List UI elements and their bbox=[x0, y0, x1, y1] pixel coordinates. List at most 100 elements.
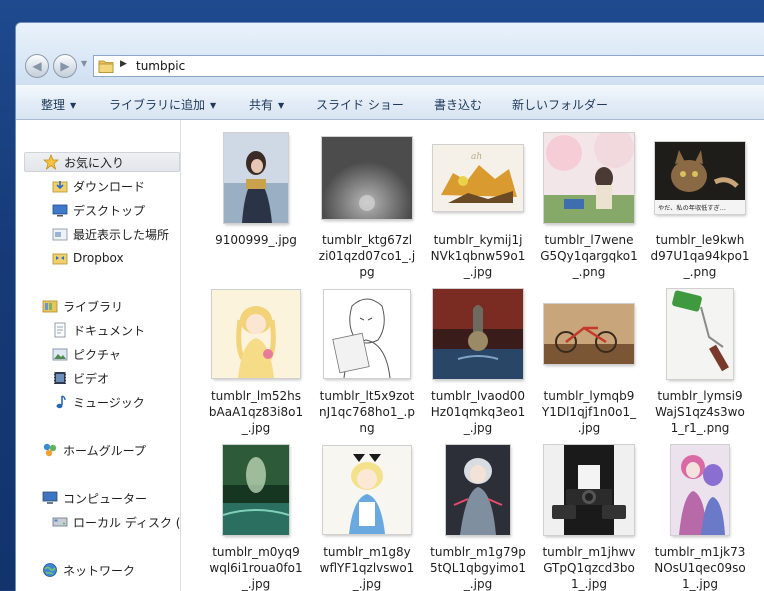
file-name-line: NVk1qbnw59o1 bbox=[430, 249, 526, 263]
nav-label-computer: コンピューター bbox=[63, 491, 148, 506]
thumbnail-image bbox=[324, 290, 410, 378]
explorer-window: ◀ ▶ ▼ ▶ tumbpic 整理 ▼ ライブラリに追加 ▼ 共有 ▼ スライド シ… bbox=[15, 22, 764, 591]
file-name-line: tumblr_ktg67zl bbox=[321, 233, 413, 247]
homegroup-icon bbox=[42, 442, 58, 458]
burn-button[interactable]: 書き込む bbox=[434, 96, 482, 113]
file-name: tumblr_le9kwh d97U1qa94kpo1 _.png bbox=[643, 232, 757, 280]
forward-button[interactable]: ▶ bbox=[53, 54, 77, 78]
back-arrow-icon: ◀ bbox=[32, 59, 42, 73]
svg-text:やだ、私の年収低すぎ…: やだ、私の年収低すぎ… bbox=[658, 204, 726, 212]
thumbnail-image bbox=[224, 133, 288, 223]
nav-item-dropbox[interactable]: Dropbox bbox=[52, 248, 124, 268]
thumbnail-image: やだ、私の年収低すぎ… bbox=[655, 142, 745, 214]
file-name: tumblr_kymij1j NVk1qbnw59o1 _.jpg bbox=[421, 232, 535, 280]
organize-menu-button[interactable]: 整理 ▼ bbox=[41, 96, 76, 113]
thumbnail-area bbox=[425, 442, 531, 538]
nav-item-libraries[interactable]: ライブラリ bbox=[42, 296, 123, 316]
nav-item-desktop[interactable]: デスクトップ bbox=[52, 200, 145, 220]
hard-drive-icon bbox=[52, 514, 68, 530]
thumbnail-area bbox=[536, 442, 642, 538]
nav-label-documents: ドキュメント bbox=[73, 323, 146, 338]
file-name: tumblr_l7wene G5Qy1qargqko1 _.png bbox=[532, 232, 646, 280]
file-name-line: tumblr_m1g79p bbox=[430, 545, 526, 559]
library-icon bbox=[42, 298, 58, 314]
file-name-line: tumblr_m1jk73 bbox=[654, 545, 746, 559]
file-name-line: zi01qzd07co1_.j bbox=[318, 249, 416, 263]
nav-label-libraries: ライブラリ bbox=[63, 299, 124, 314]
file-name-line: GTpQ1qzcd3bo bbox=[543, 561, 635, 575]
file-name-line: ng bbox=[359, 421, 375, 435]
thumbnail-area bbox=[647, 286, 753, 382]
slideshow-button[interactable]: スライド ショー bbox=[316, 96, 404, 113]
file-name-line: tumblr_kymij1j bbox=[433, 233, 523, 247]
file-name-line: _.jpg bbox=[241, 421, 271, 435]
file-name-line: tumblr_m1jhwv bbox=[542, 545, 636, 559]
music-note-icon bbox=[52, 394, 68, 410]
organize-label: 整理 bbox=[41, 98, 66, 112]
thumbnail-image bbox=[212, 290, 300, 378]
thumbnail-image bbox=[544, 304, 634, 364]
file-name-line: Hz01qmkq3eo1 bbox=[430, 405, 526, 419]
nav-item-downloads[interactable]: ダウンロード bbox=[52, 176, 145, 196]
file-name-line: wflYF1qzlvswo1 bbox=[319, 561, 415, 575]
thumbnail-area bbox=[536, 286, 642, 382]
file-name: tumblr_m1jhwv GTpQ1qzcd3bo 1_.jpg bbox=[532, 544, 646, 591]
nav-item-network[interactable]: ネットワーク bbox=[42, 560, 135, 580]
recent-pages-dropdown-icon[interactable]: ▼ bbox=[81, 59, 87, 68]
file-name-line: nJ1qc768ho1_.p bbox=[319, 405, 415, 419]
folder-icon bbox=[98, 60, 114, 73]
new-folder-button[interactable]: 新しいフォルダー bbox=[512, 96, 608, 113]
back-button[interactable]: ◀ bbox=[25, 54, 49, 78]
network-globe-icon bbox=[42, 562, 58, 578]
include-library-label: ライブラリに追加 bbox=[109, 98, 206, 112]
nav-item-videos[interactable]: ビデオ bbox=[52, 368, 109, 388]
file-list-pane: 9100999_.jpg tumblr_ktg67zl zi01qzd07co1… bbox=[181, 120, 764, 591]
nav-label-desktop: デスクトップ bbox=[73, 203, 146, 218]
nav-item-recent-places[interactable]: 最近表示した場所 bbox=[52, 224, 169, 244]
computer-icon bbox=[42, 490, 58, 506]
file-name-line: _.png bbox=[572, 265, 606, 279]
thumbnail-image bbox=[322, 137, 412, 219]
file-name: tumblr_lymsi9 WajS1qz4s3wo 1_r1_.png bbox=[643, 388, 757, 436]
address-bar[interactable]: ▶ tumbpic bbox=[93, 55, 764, 77]
nav-item-computer[interactable]: コンピューター bbox=[42, 488, 147, 508]
breadcrumb-current-folder[interactable]: tumbpic bbox=[136, 59, 185, 73]
thumbnail-area bbox=[203, 130, 309, 226]
nav-label-music: ミュージック bbox=[73, 395, 145, 410]
thumbnail-area bbox=[314, 130, 420, 226]
thumbnail-area bbox=[203, 286, 309, 382]
thumbnail-area bbox=[314, 286, 420, 382]
breadcrumb-separator-icon[interactable]: ▶ bbox=[120, 59, 127, 69]
nav-item-documents[interactable]: ドキュメント bbox=[52, 320, 145, 340]
nav-label-local-disk: ローカル ディスク ( bbox=[73, 515, 181, 530]
navigation-pane: お気に入り ダウンロード デスクトップ 最近表示した場所 Dropbox ライブ… bbox=[16, 120, 181, 591]
file-name-line: pg bbox=[359, 265, 375, 279]
file-name-line: .jpg bbox=[577, 421, 601, 435]
nav-label-homegroup: ホームグループ bbox=[63, 443, 146, 458]
share-button[interactable]: 共有 ▼ bbox=[249, 96, 284, 113]
file-name-line: _.jpg bbox=[241, 577, 271, 591]
nav-item-music[interactable]: ミュージック bbox=[52, 392, 145, 412]
file-name: tumblr_ktg67zl zi01qzd07co1_.j pg bbox=[310, 232, 424, 280]
file-name-line: d97U1qa94kpo1 bbox=[650, 249, 750, 263]
file-name: tumblr_lymqb9 Y1Dl1qjf1n0o1_ .jpg bbox=[532, 388, 646, 436]
recent-places-icon bbox=[52, 226, 68, 242]
nav-label-network: ネットワーク bbox=[63, 563, 136, 578]
file-name-line: tumblr_lymsi9 bbox=[657, 389, 743, 403]
svg-text:ah: ah bbox=[471, 152, 482, 162]
nav-item-homegroup[interactable]: ホームグループ bbox=[42, 440, 146, 460]
nav-item-favorites[interactable]: お気に入り bbox=[24, 152, 180, 172]
file-name: tumblr_lvaod00 Hz01qmkq3eo1 _.jpg bbox=[421, 388, 535, 436]
thumbnail-image bbox=[544, 133, 634, 223]
nav-label-recent-places: 最近表示した場所 bbox=[73, 227, 170, 242]
include-in-library-button[interactable]: ライブラリに追加 ▼ bbox=[109, 96, 216, 113]
thumbnail-image bbox=[544, 445, 634, 535]
file-name-line: 1_.jpg bbox=[570, 577, 608, 591]
nav-item-pictures[interactable]: ピクチャ bbox=[52, 344, 121, 364]
file-name-line: 5tQL1qbgyimo1 bbox=[429, 561, 527, 575]
file-name: tumblr_m1g8y wflYF1qzlvswo1 _.jpg bbox=[310, 544, 424, 591]
file-name-line: tumblr_lvaod00 bbox=[431, 389, 525, 403]
nav-label-favorites: お気に入り bbox=[64, 155, 125, 170]
nav-item-local-disk[interactable]: ローカル ディスク ( bbox=[52, 512, 180, 532]
file-name-line: _.jpg bbox=[463, 577, 493, 591]
